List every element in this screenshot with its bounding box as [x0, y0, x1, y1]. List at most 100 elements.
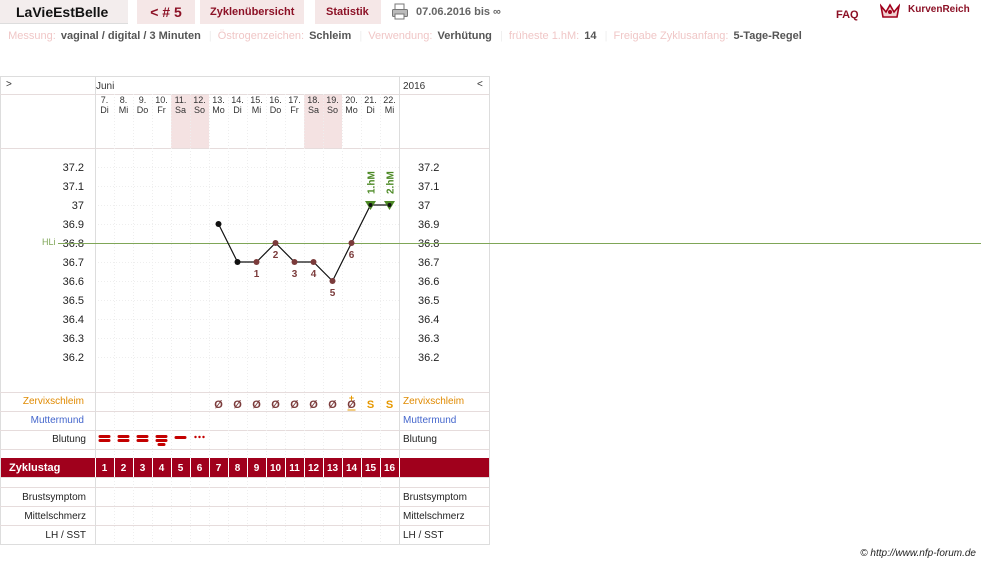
cervix-row-label-left: Muttermund	[31, 415, 84, 426]
cycle-day-row-label: Zyklustag	[9, 462, 60, 474]
day-date: 22.	[383, 95, 396, 105]
temperature-point	[387, 203, 392, 207]
day-date: 10.	[155, 95, 168, 105]
midpain-row-label-left: Mittelschmerz	[24, 511, 86, 522]
y-tick-label-left: 36.9	[63, 219, 84, 231]
mucus-mark: Ø	[252, 399, 261, 411]
mucus-mark: Ø	[233, 399, 242, 411]
day-weekday: Mi	[252, 105, 262, 115]
cervix-row-label-right: Muttermund	[403, 415, 456, 426]
day-date: 15.	[250, 95, 263, 105]
bleeding-mark	[174, 436, 187, 439]
day-date: 11.	[175, 95, 187, 105]
y-tick-label-right: 36.6	[418, 276, 439, 288]
day-date: 9.	[139, 95, 147, 105]
y-tick-label-right: 36.2	[418, 352, 439, 364]
bleeding-mark	[155, 435, 168, 438]
bleeding-row-label-left: Blutung	[52, 434, 86, 445]
lower-temp-number: 1	[254, 269, 260, 280]
day-weekday: Do	[270, 105, 282, 115]
chart-next-button[interactable]: <	[477, 79, 483, 90]
temperature-point	[310, 259, 317, 265]
day-date: 14.	[231, 95, 244, 105]
day-weekday: Di	[233, 105, 242, 115]
cycle-day-number: 2	[121, 463, 127, 474]
chart-prev-button[interactable]: >	[6, 79, 12, 90]
temperature-point	[348, 240, 355, 246]
y-tick-label-right: 37.1	[418, 181, 439, 193]
bleeding-row-label-right: Blutung	[403, 434, 437, 445]
bleeding-mark	[155, 439, 168, 442]
mucus-mark: Ø	[290, 399, 299, 411]
day-weekday: Do	[137, 105, 149, 115]
cycle-day-number: 10	[270, 463, 282, 474]
cycle-day-number: 16	[384, 463, 396, 474]
day-date: 13.	[212, 95, 225, 105]
day-weekday: Di	[100, 105, 109, 115]
day-date: 20.	[345, 95, 358, 105]
day-weekday: So	[327, 105, 338, 115]
lower-temp-number: 4	[311, 269, 317, 280]
high-temp-label: 1.hM	[367, 171, 378, 194]
mucus-peak-marker: +	[349, 393, 354, 403]
bleeding-mark	[157, 443, 166, 446]
cycle-day-number: 9	[254, 463, 260, 474]
day-weekday: Di	[366, 105, 375, 115]
cycle-day-number: 5	[178, 463, 184, 474]
y-tick-label-left: 36.7	[63, 257, 84, 269]
y-tick-label-right: 37.2	[418, 162, 439, 174]
cycle-day-number: 11	[289, 463, 300, 474]
y-tick-label-right: 36.9	[418, 219, 439, 231]
y-tick-label-right: 36.7	[418, 257, 439, 269]
day-date: 7.	[101, 95, 109, 105]
day-date: 8.	[120, 95, 128, 105]
mucus-mark: Ø	[328, 399, 337, 411]
lower-temp-number: 5	[330, 288, 336, 299]
day-date: 17.	[288, 95, 301, 105]
mucus-mark: S	[386, 399, 393, 411]
breast-row-label-left: Brustsymptom	[22, 492, 86, 503]
bleeding-mark	[136, 435, 149, 438]
y-tick-label-right: 36.3	[418, 333, 439, 345]
mucus-row-label-right: Zervixschleim	[403, 396, 464, 407]
temperature-point	[291, 259, 298, 265]
cycle-day-number: 4	[159, 463, 165, 474]
bleeding-mark	[98, 439, 111, 442]
cycle-day-number: 8	[235, 463, 241, 474]
y-tick-label-right: 36.4	[418, 314, 439, 326]
temperature-point	[272, 240, 279, 246]
mucus-mark: Ø	[309, 399, 318, 411]
day-weekday: Mo	[345, 105, 358, 115]
bleeding-mark	[98, 435, 111, 438]
bleeding-mark	[202, 435, 205, 439]
mucus-mark: Ø	[214, 399, 223, 411]
y-tick-label-left: 36.4	[63, 314, 84, 326]
mucus-mark: S	[367, 399, 374, 411]
y-tick-label-left: 37.2	[63, 162, 84, 174]
midpain-row-label-right: Mittelschmerz	[403, 511, 465, 522]
cycle-day-number: 14	[346, 463, 358, 474]
bleeding-mark	[194, 435, 197, 439]
lh-row-label-right: LH / SST	[403, 530, 444, 541]
day-weekday: Mo	[212, 105, 225, 115]
day-date: 12.	[193, 95, 206, 105]
y-tick-label-left: 36.5	[63, 295, 84, 307]
month-label: Juni	[96, 81, 114, 92]
copyright: © http://www.nfp-forum.de	[860, 548, 976, 559]
year-label: 2016	[403, 81, 426, 92]
cycle-day-number: 3	[140, 463, 146, 474]
temperature-point	[215, 221, 222, 227]
chart-background	[0, 76, 490, 545]
y-tick-label-right: 36.5	[418, 295, 439, 307]
day-date: 19.	[326, 95, 339, 105]
day-weekday: So	[194, 105, 205, 115]
temperature-point	[368, 203, 373, 207]
y-tick-label-left: 36.6	[63, 276, 84, 288]
cycle-day-number: 7	[216, 463, 222, 474]
temperature-point	[234, 259, 241, 265]
y-tick-label-left: 36.2	[63, 352, 84, 364]
mucus-row-label-left: Zervixschleim	[23, 396, 84, 407]
y-tick-label-left: 37.1	[63, 181, 84, 193]
bleeding-mark	[136, 439, 149, 442]
y-tick-label-left: 37	[72, 200, 84, 212]
